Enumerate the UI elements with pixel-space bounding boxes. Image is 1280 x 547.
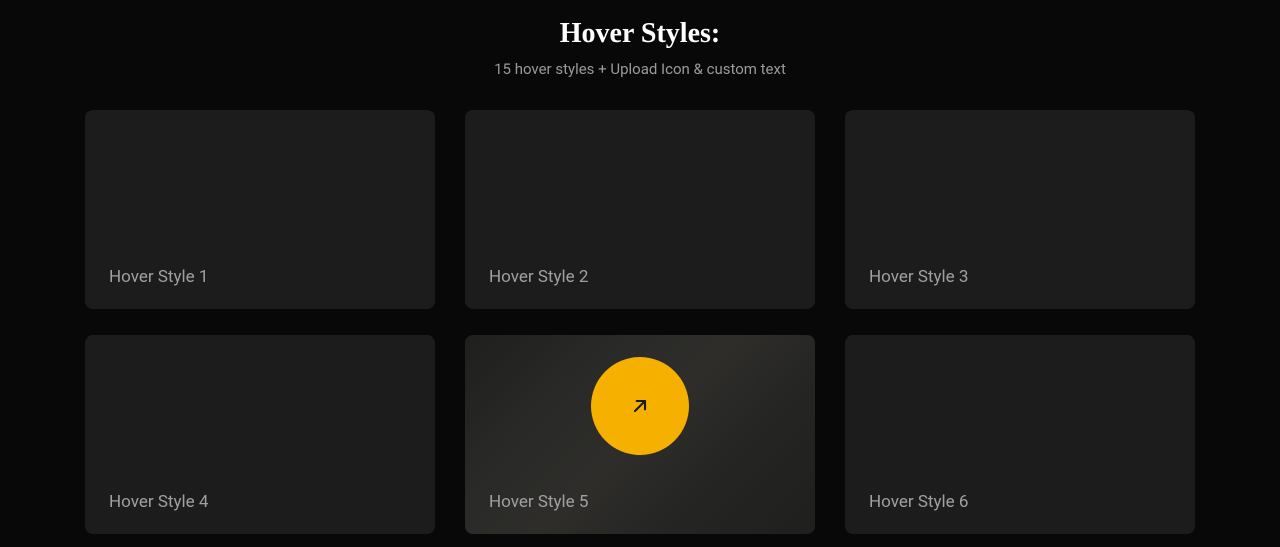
section-title: Hover Styles:: [85, 18, 1195, 50]
card-label: Hover Style 5: [489, 492, 588, 512]
cards-grid: Hover Style 1 Hover Style 2 Hover Style …: [85, 110, 1195, 534]
hover-style-card-5[interactable]: Hover Style 5: [465, 335, 815, 534]
hover-style-card-1[interactable]: Hover Style 1: [85, 110, 435, 309]
hover-style-card-6[interactable]: Hover Style 6: [845, 335, 1195, 534]
card-label: Hover Style 4: [109, 492, 208, 512]
hover-style-card-4[interactable]: Hover Style 4: [85, 335, 435, 534]
arrow-up-right-icon[interactable]: [591, 357, 689, 455]
section-subtitle: 15 hover styles + Upload Icon & custom t…: [85, 60, 1195, 78]
card-label: Hover Style 3: [869, 267, 968, 287]
section-header: Hover Styles: 15 hover styles + Upload I…: [85, 18, 1195, 78]
card-label: Hover Style 2: [489, 267, 588, 287]
hover-style-card-3[interactable]: Hover Style 3: [845, 110, 1195, 309]
page-container: Hover Styles: 15 hover styles + Upload I…: [85, 0, 1195, 534]
card-label: Hover Style 1: [109, 267, 208, 287]
card-label: Hover Style 6: [869, 492, 968, 512]
hover-style-card-2[interactable]: Hover Style 2: [465, 110, 815, 309]
